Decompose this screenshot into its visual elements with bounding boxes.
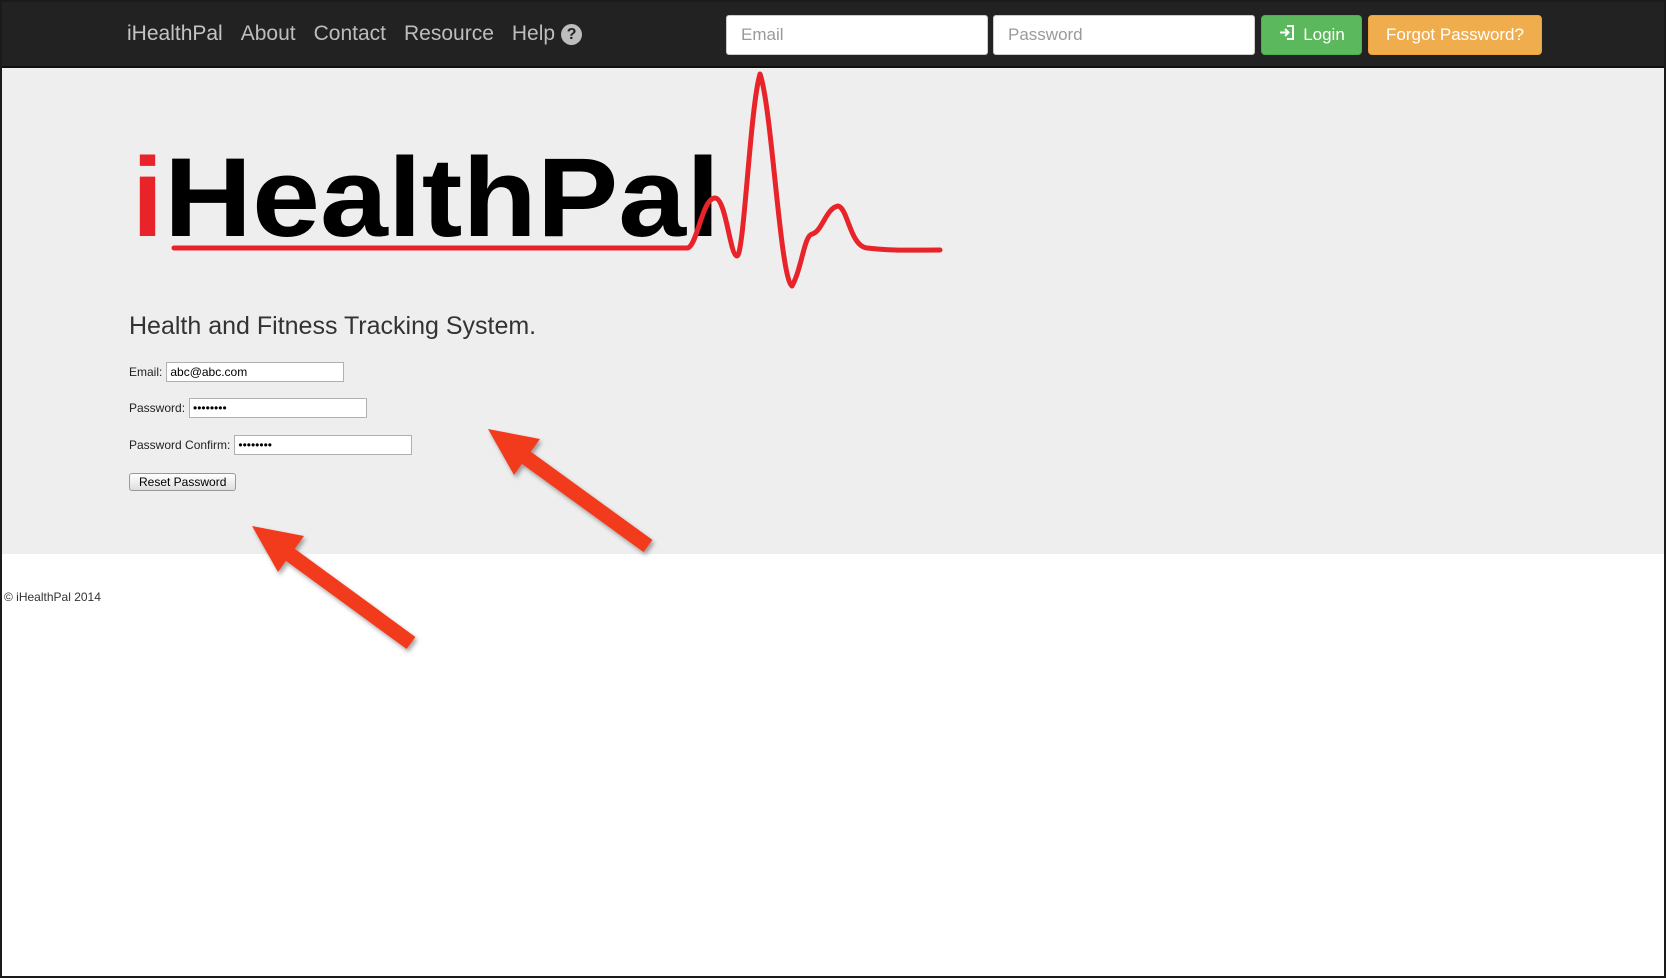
nav-links: iHealthPal About Contact Resource Help ? [127, 2, 600, 66]
reset-password-confirm-input[interactable] [234, 435, 413, 455]
logo-wordmark: HealthPal [164, 135, 720, 260]
question-circle-icon: ? [561, 23, 583, 45]
logo-letter-i: i [132, 135, 163, 260]
password-confirm-row: Password Confirm: [129, 435, 413, 455]
top-navbar: iHealthPal About Contact Resource Help ?… [2, 2, 1664, 68]
ihealthpal-logo: i HealthPal [132, 71, 943, 289]
nav-contact-link[interactable]: Contact [314, 22, 386, 46]
nav-help-link[interactable]: Help ? [511, 22, 583, 46]
hero-section: i HealthPal Health and Fitness Tracking … [2, 68, 1664, 554]
nav-password-input[interactable] [993, 15, 1255, 55]
footer-copyright: © iHealthPal 2014 [4, 590, 101, 604]
nav-resource-link[interactable]: Resource [404, 22, 494, 46]
forgot-password-button[interactable]: Forgot Password? [1368, 15, 1542, 55]
nav-brand-link[interactable]: iHealthPal [127, 22, 223, 46]
login-button[interactable]: Login [1261, 15, 1362, 55]
email-label: Email: [129, 365, 163, 379]
nav-help-label: Help [511, 22, 556, 45]
nav-about-link[interactable]: About [241, 22, 296, 46]
tagline: Health and Fitness Tracking System. [129, 312, 537, 340]
reset-email-input[interactable] [166, 362, 345, 382]
nav-email-input[interactable] [726, 15, 988, 55]
browser-frame: iHealthPal About Contact Resource Help ?… [0, 0, 1666, 978]
password-row: Password: [129, 398, 368, 418]
reset-password-input[interactable] [189, 398, 368, 418]
password-label: Password: [129, 401, 186, 415]
login-label: Login [1303, 25, 1345, 44]
sign-in-icon [1278, 24, 1295, 46]
reset-password-button[interactable]: Reset Password [129, 473, 237, 491]
email-row: Email: [129, 362, 345, 382]
password-confirm-label: Password Confirm: [129, 438, 231, 452]
